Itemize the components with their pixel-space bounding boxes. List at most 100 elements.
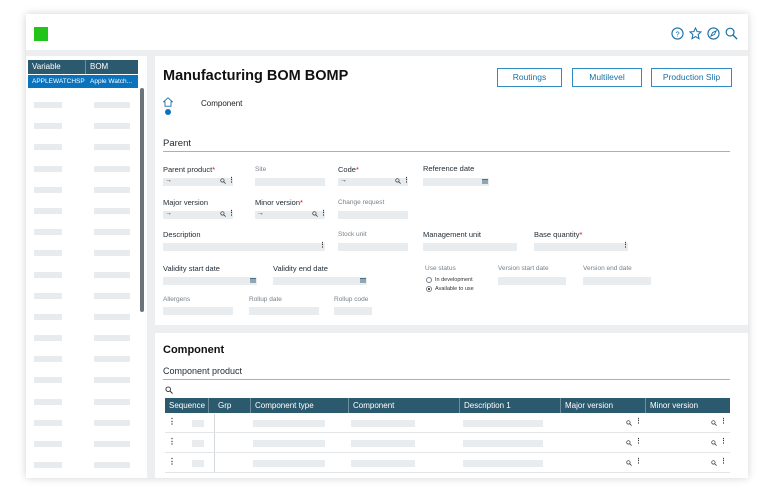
list-item[interactable] xyxy=(34,268,138,289)
column-variable[interactable]: Variable xyxy=(28,60,86,74)
more-icon[interactable]: ⋮ xyxy=(320,210,327,218)
more-icon[interactable]: ⋮ xyxy=(168,437,176,447)
reference-date-field[interactable] xyxy=(423,178,489,186)
more-icon[interactable]: ⋮ xyxy=(168,417,176,427)
in-development-label: In development xyxy=(435,277,473,283)
list-item[interactable] xyxy=(34,246,138,267)
multilevel-button[interactable]: Multilevel xyxy=(572,68,642,87)
stock-unit-field[interactable] xyxy=(338,243,408,251)
left-panel-header: Variable BOM xyxy=(28,60,138,74)
panel-divider[interactable] xyxy=(147,56,155,478)
calendar-icon[interactable] xyxy=(250,278,256,283)
search-icon[interactable] xyxy=(711,460,717,466)
left-panel-scrollbar[interactable] xyxy=(140,88,144,312)
list-item[interactable] xyxy=(34,458,138,478)
major-version-field[interactable]: → ⋮ xyxy=(163,210,235,219)
list-item[interactable] xyxy=(34,395,138,416)
list-item[interactable] xyxy=(34,437,138,458)
change-request-label: Change request xyxy=(338,199,385,206)
in-development-radio[interactable] xyxy=(426,277,432,283)
list-item[interactable] xyxy=(34,162,138,183)
compass-icon[interactable] xyxy=(707,27,720,40)
code-label: Code* xyxy=(338,165,359,174)
column-bom[interactable]: BOM xyxy=(86,60,108,74)
column-description-1[interactable]: Description 1 xyxy=(460,398,561,413)
search-icon[interactable] xyxy=(165,386,173,394)
search-icon[interactable] xyxy=(220,178,226,184)
code-field[interactable]: → ⋮ xyxy=(338,177,410,186)
site-field[interactable] xyxy=(255,178,325,186)
more-icon[interactable]: ⋮ xyxy=(228,177,235,185)
search-icon[interactable] xyxy=(395,178,401,184)
list-item[interactable] xyxy=(34,310,138,331)
validity-start-field[interactable] xyxy=(163,277,257,285)
main-content: Manufacturing BOM BOMP Routings Multilev… xyxy=(155,56,748,478)
list-item[interactable] xyxy=(34,119,138,140)
list-item[interactable] xyxy=(34,204,138,225)
help-icon[interactable]: ? xyxy=(671,27,684,40)
column-component-type[interactable]: Component type xyxy=(251,398,349,413)
list-item[interactable] xyxy=(34,373,138,394)
search-icon[interactable] xyxy=(626,420,632,426)
column-sequence[interactable]: Sequence xyxy=(165,398,209,413)
calendar-icon[interactable] xyxy=(482,179,488,184)
search-icon[interactable] xyxy=(711,440,717,446)
base-quantity-field[interactable]: ⋮ xyxy=(534,242,629,251)
more-icon[interactable]: ⋮ xyxy=(228,210,235,218)
site-label: Site xyxy=(255,166,267,173)
column-major-version[interactable]: Major version xyxy=(561,398,646,413)
table-row[interactable]: ⋮ ⋮ ⋮ xyxy=(165,434,730,453)
more-icon[interactable]: ⋮ xyxy=(720,418,727,426)
star-icon[interactable] xyxy=(689,27,702,40)
column-grp[interactable]: Grp xyxy=(214,398,251,413)
minor-version-field[interactable]: → ⋮ xyxy=(255,210,327,219)
more-icon[interactable]: ⋮ xyxy=(720,458,727,466)
home-icon[interactable] xyxy=(163,97,173,107)
tab-component[interactable]: Component xyxy=(201,99,242,108)
rollup-date-field[interactable] xyxy=(249,307,319,315)
validity-end-field[interactable] xyxy=(273,277,367,285)
more-icon[interactable]: ⋮ xyxy=(635,458,642,466)
list-item[interactable] xyxy=(34,98,138,119)
more-icon[interactable]: ⋮ xyxy=(720,438,727,446)
search-icon[interactable] xyxy=(220,211,226,217)
rollup-code-field[interactable] xyxy=(334,307,372,315)
description-field[interactable]: ⋮ xyxy=(163,242,326,251)
routings-button[interactable]: Routings xyxy=(497,68,562,87)
version-end-field[interactable] xyxy=(583,277,651,285)
top-bar: ? xyxy=(26,14,748,50)
search-icon[interactable] xyxy=(711,420,717,426)
search-icon[interactable] xyxy=(626,460,632,466)
search-icon[interactable] xyxy=(626,440,632,446)
column-component[interactable]: Component xyxy=(349,398,460,413)
management-unit-field[interactable] xyxy=(423,243,517,251)
list-item[interactable] xyxy=(34,416,138,437)
more-icon[interactable]: ⋮ xyxy=(622,242,629,250)
more-icon[interactable]: ⋮ xyxy=(403,177,410,185)
version-start-field[interactable] xyxy=(498,277,566,285)
change-request-field[interactable] xyxy=(338,211,408,219)
selected-row[interactable]: APPLEWATCHSP Apple Watch... xyxy=(28,75,138,88)
table-row[interactable]: ⋮ ⋮ ⋮ xyxy=(165,414,730,433)
list-item[interactable] xyxy=(34,140,138,161)
more-icon[interactable]: ⋮ xyxy=(319,242,326,250)
more-icon[interactable]: ⋮ xyxy=(635,418,642,426)
list-item[interactable] xyxy=(34,331,138,352)
list-item[interactable] xyxy=(34,289,138,310)
allergens-field[interactable] xyxy=(163,307,233,315)
calendar-icon[interactable] xyxy=(360,278,366,283)
column-minor-version[interactable]: Minor version xyxy=(646,398,730,413)
table-row[interactable]: ⋮ ⋮ ⋮ xyxy=(165,454,730,473)
search-icon[interactable] xyxy=(312,211,318,217)
app-window: ? Variable BOM APPLEWATCHSP Apple Watch.… xyxy=(26,14,748,478)
list-item[interactable] xyxy=(34,352,138,373)
list-item[interactable] xyxy=(34,183,138,204)
parent-product-field[interactable]: → ⋮ xyxy=(163,177,235,186)
list-item[interactable] xyxy=(34,225,138,246)
available-to-use-radio[interactable] xyxy=(426,286,432,292)
app-logo[interactable] xyxy=(34,27,48,41)
more-icon[interactable]: ⋮ xyxy=(635,438,642,446)
production-slip-button[interactable]: Production Slip xyxy=(651,68,732,87)
search-icon[interactable] xyxy=(725,27,738,40)
more-icon[interactable]: ⋮ xyxy=(168,457,176,467)
